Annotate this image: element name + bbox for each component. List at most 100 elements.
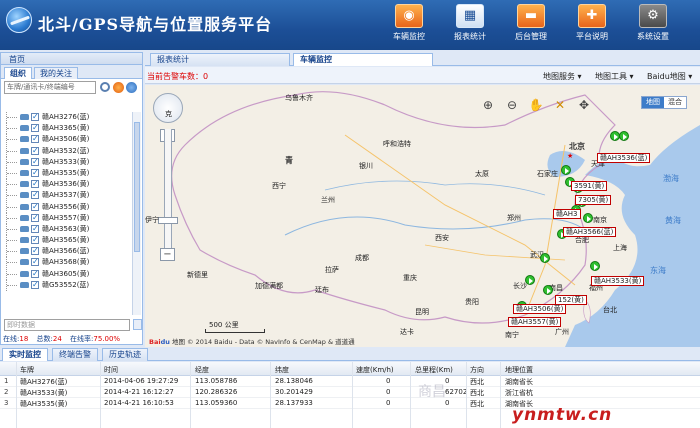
vehicle-checkbox[interactable]: [31, 145, 39, 156]
vehicle-checkbox[interactable]: [31, 212, 39, 223]
vehicle-marker-icon[interactable]: [525, 275, 535, 285]
tab-vehicle-monitor[interactable]: 车辆监控: [293, 53, 433, 66]
vehicle-marker-icon[interactable]: [540, 253, 550, 263]
vehicle-marker-icon[interactable]: [543, 285, 553, 295]
vehicle-tag[interactable]: 赣AH3557(黄): [508, 317, 562, 327]
vehicle-marker-icon[interactable]: [561, 165, 571, 175]
tree-item[interactable]: 赣AH3565(黄): [4, 234, 130, 247]
vehicle-tag[interactable]: 7305(黄): [575, 195, 612, 205]
vehicle-checkbox[interactable]: [31, 167, 39, 178]
baidu-map-menu[interactable]: Baidu地图 ▾: [647, 71, 692, 82]
vehicle-checkbox[interactable]: [31, 279, 39, 290]
tree-item[interactable]: 赣AH3533(黄): [4, 156, 130, 168]
vehicle-checkbox[interactable]: [31, 178, 39, 189]
tree-item[interactable]: 赣AH3556(黄): [4, 201, 130, 213]
map-type-map[interactable]: 地图: [642, 97, 664, 108]
map-label: 郑州: [507, 214, 521, 222]
map-service-menu[interactable]: 地图服务 ▾: [543, 71, 582, 82]
tree-item[interactable]: 赣AH3566(蓝): [4, 245, 130, 258]
instant-data-button[interactable]: [133, 319, 142, 330]
table-row[interactable]: 2 赣AH3533(黄) 2014-4-21 16:12:27 120.286326 3…: [0, 387, 700, 398]
tab-organization[interactable]: 组织: [4, 67, 32, 79]
vehicle-checkbox[interactable]: [31, 234, 39, 245]
vehicle-tag[interactable]: 赣AH3: [553, 209, 581, 219]
vehicle-checkbox[interactable]: [31, 133, 39, 144]
zoom-in-tool-icon[interactable]: ⊕: [479, 96, 497, 114]
nav-reports[interactable]: ▦ 报表统计: [441, 4, 499, 48]
zoom-out-button[interactable]: −: [160, 248, 175, 261]
vehicle-tag[interactable]: 赣AH3506(黄): [513, 304, 567, 314]
vehicle-checkbox[interactable]: [31, 268, 39, 279]
grid-header: 车牌 时间 经度 纬度 速度(Km/h) 总里程(Km) 方向 地理位置: [0, 362, 700, 376]
map-type-hybrid[interactable]: 混合: [664, 97, 686, 108]
tab-alarm[interactable]: 终端告警: [52, 348, 98, 361]
vehicle-checkbox[interactable]: [31, 156, 39, 167]
vehicle-checkbox[interactable]: [31, 112, 39, 122]
column-header[interactable]: 时间: [104, 365, 118, 375]
tree-item[interactable]: 赣AH3563(黄): [4, 223, 130, 235]
zoom-out-tool-icon[interactable]: ⊖: [503, 96, 521, 114]
table-cell: 0: [386, 399, 391, 407]
tab-reports[interactable]: 报表统计: [150, 53, 290, 66]
column-header[interactable]: 地理位置: [505, 365, 533, 375]
column-header[interactable]: 总里程(Km): [415, 365, 453, 375]
nav-admin[interactable]: ▬ 后台管理: [502, 4, 560, 48]
table-cell: 113.058786: [195, 377, 238, 385]
tree-connector: [6, 190, 18, 202]
locate-icon[interactable]: [126, 82, 137, 93]
column-header[interactable]: 纬度: [275, 365, 289, 375]
vehicle-marker-icon[interactable]: [583, 213, 593, 223]
vehicle-checkbox[interactable]: [31, 189, 39, 200]
column-header[interactable]: 速度(Km/h): [356, 365, 394, 375]
vehicle-plate: 赣AH3506(黄): [42, 135, 90, 144]
instant-data-input[interactable]: 即时数据: [4, 319, 130, 331]
vehicle-search-input[interactable]: 车牌/通讯卡/终端编号: [4, 81, 96, 94]
tree-item[interactable]: 赣G53552(蓝): [4, 279, 130, 291]
zoom-bar[interactable]: [164, 129, 172, 249]
vehicle-marker-icon[interactable]: [590, 261, 600, 271]
column-header[interactable]: 车牌: [20, 365, 34, 375]
nav-vehicle-monitor[interactable]: ◉ 车辆监控: [380, 4, 438, 48]
tab-my-follow[interactable]: 我的关注: [34, 67, 78, 79]
table-row[interactable]: 1 赣AH3276(蓝) 2014-04-06 19:27:29 113.058786…: [0, 376, 700, 387]
vehicle-checkbox[interactable]: [31, 201, 39, 212]
table-cell: 2014-4-21 16:10:53: [104, 399, 174, 407]
home-tab[interactable]: 首页: [1, 53, 142, 65]
tree-item[interactable]: 赣AH3557(黄): [4, 212, 130, 224]
vehicle-marker-icon[interactable]: [619, 131, 629, 141]
vehicle-tag[interactable]: 3591(黄): [571, 181, 608, 191]
tree-scrollbar[interactable]: [132, 112, 141, 315]
vehicle-checkbox[interactable]: [31, 223, 39, 234]
vehicle-tag[interactable]: 赣AH3533(黄): [591, 276, 645, 286]
refresh-icon[interactable]: [113, 82, 124, 93]
map-tools-menu[interactable]: 地图工具 ▾: [595, 71, 634, 82]
tab-realtime[interactable]: 实时监控: [2, 348, 48, 361]
tree-item[interactable]: 赣AH3276(蓝): [4, 112, 130, 123]
tab-history[interactable]: 历史轨迹: [102, 348, 148, 361]
map-label: 兰州: [321, 196, 335, 204]
measure-icon[interactable]: ✕: [551, 96, 569, 114]
column-header[interactable]: 经度: [195, 365, 209, 375]
tree-item[interactable]: 赣AH3506(黄): [4, 133, 130, 146]
vehicle-checkbox[interactable]: [31, 122, 39, 133]
search-icon[interactable]: [100, 82, 110, 92]
tree-item[interactable]: 赣AH3536(黄): [4, 178, 130, 191]
tree-item[interactable]: 赣AH3537(黄): [4, 189, 130, 202]
vehicle-tag[interactable]: 赣AH3566(蓝): [563, 227, 617, 237]
map-canvas[interactable]: + − ⊕ ⊖ ✋ ✕ ✥ 地图混合 乌鲁木齐克伊宁青西宁兰州银川呼和浩特北京天…: [145, 85, 700, 347]
tree-item[interactable]: 赣AH3568(黄): [4, 256, 130, 269]
nav-help[interactable]: ✚ 平台说明: [563, 4, 621, 48]
vehicle-checkbox[interactable]: [31, 245, 39, 256]
vehicle-checkbox[interactable]: [31, 256, 39, 267]
pan-hand-icon[interactable]: ✋: [527, 96, 545, 114]
tree-item[interactable]: 赣AH3532(蓝): [4, 145, 130, 157]
tree-item[interactable]: 赣AH3365(黄): [4, 122, 130, 135]
nav-settings[interactable]: ⚙ 系统设置: [624, 4, 682, 48]
scrollbar-thumb[interactable]: [134, 122, 140, 252]
zoom-slider[interactable]: [158, 217, 178, 224]
fullscreen-icon[interactable]: ✥: [575, 96, 593, 114]
tree-item[interactable]: 赣AH3535(黄): [4, 167, 130, 179]
tree-item[interactable]: 赣AH3605(黄): [4, 268, 130, 280]
column-header[interactable]: 方向: [470, 365, 484, 375]
vehicle-tag[interactable]: 赣AH3536(蓝): [597, 153, 651, 163]
